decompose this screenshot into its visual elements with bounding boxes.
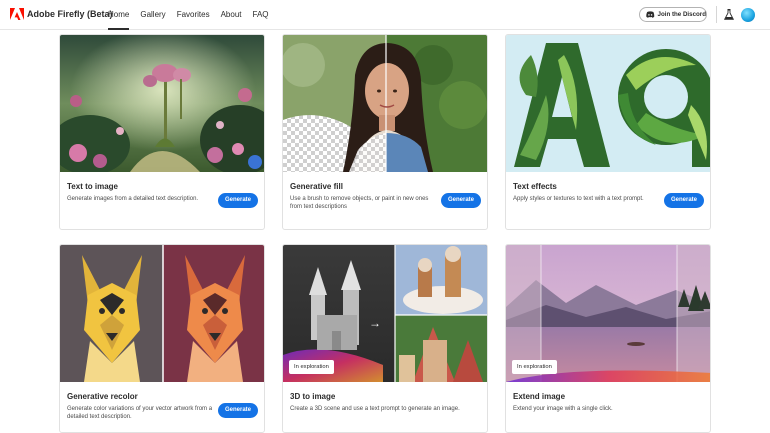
card-title: Text to image	[67, 182, 118, 191]
card-description: Create a 3D scene and use a text prompt …	[290, 406, 460, 412]
card-text-effects[interactable]: Text effects Apply styles or textures to…	[505, 34, 711, 230]
flask-icon[interactable]	[724, 9, 734, 20]
portrait-image	[283, 35, 487, 172]
top-header: Adobe Firefly (Beta) Home Gallery Favori…	[0, 0, 770, 30]
recolored-dog-image	[60, 245, 264, 382]
card-title: Text effects	[513, 182, 557, 191]
text-effects-thumbnail	[506, 35, 710, 172]
fantasy-garden-image	[60, 35, 264, 172]
card-title: 3D to image	[290, 392, 336, 401]
join-discord-label: Join the Discord	[657, 11, 706, 18]
avatar[interactable]	[741, 8, 755, 22]
card-description: Apply styles or textures to text with a …	[513, 196, 644, 202]
generate-button[interactable]: Generate	[218, 193, 258, 208]
card-generative-recolor[interactable]: Generative recolor Generate color variat…	[59, 244, 265, 433]
adobe-logo-icon[interactable]	[10, 8, 24, 20]
nav-gallery[interactable]: Gallery	[140, 0, 165, 30]
in-exploration-badge: In exploration	[512, 360, 557, 374]
nav-favorites[interactable]: Favorites	[177, 0, 210, 30]
leafy-letters-image	[506, 35, 710, 172]
nav-faq[interactable]: FAQ	[253, 0, 269, 30]
card-text-to-image[interactable]: Text to image Generate images from a det…	[59, 34, 265, 230]
card-extend-image[interactable]: In exploration Extend image Extend your …	[505, 244, 711, 433]
generate-button[interactable]: Generate	[664, 193, 704, 208]
app-title[interactable]: Adobe Firefly (Beta)	[27, 9, 113, 19]
card-description: Generate images from a detailed text des…	[67, 196, 199, 202]
card-description: Use a brush to remove objects, or paint …	[290, 196, 429, 210]
generative-recolor-thumbnail	[60, 245, 264, 382]
card-3d-to-image[interactable]: → In exploration 3D to image Create a 3D…	[282, 244, 488, 433]
generate-button[interactable]: Generate	[441, 193, 481, 208]
text-to-image-thumbnail	[60, 35, 264, 172]
generative-fill-thumbnail	[283, 35, 487, 172]
svg-text:→: →	[369, 316, 381, 330]
card-generative-fill[interactable]: Generative fill Use a brush to remove ob…	[282, 34, 488, 230]
card-description: Extend your image with a single click.	[513, 406, 613, 412]
discord-icon	[646, 11, 655, 18]
main-nav: Home Gallery Favorites About FAQ	[108, 0, 280, 30]
header-divider	[716, 6, 717, 23]
join-discord-button[interactable]: Join the Discord	[639, 7, 707, 22]
card-title: Generative fill	[290, 182, 343, 191]
nav-about[interactable]: About	[221, 0, 242, 30]
in-exploration-badge: In exploration	[289, 360, 334, 374]
nav-home[interactable]: Home	[108, 0, 130, 30]
generate-button[interactable]: Generate	[218, 403, 258, 418]
card-description: Generate color variations of your vector…	[67, 406, 213, 420]
card-title: Generative recolor	[67, 392, 138, 401]
card-title: Extend image	[513, 392, 566, 401]
